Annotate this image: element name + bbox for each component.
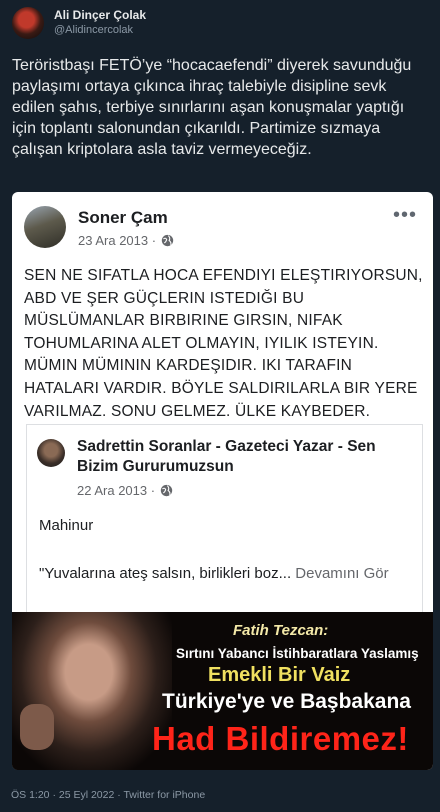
shared-author-avatar [37, 439, 65, 467]
shared-author-name: Sadrettin Soranlar - Gazeteci Yazar - Se… [77, 438, 376, 475]
tweet-text: Teröristbaşı FETÖ’ye “hocacaefendi” diye… [12, 57, 412, 158]
shared-date: 22 Ara 2013 · [77, 483, 156, 498]
post-date-row: 23 Ara 2013 · [78, 233, 174, 248]
shared-meta: Sadrettin Soranlar - Gazeteci Yazar - Se… [77, 437, 407, 498]
banner-line-5: Had Bildiremez! [152, 720, 409, 757]
author-name[interactable]: Ali Dinçer Çolak [54, 8, 146, 23]
banner-line-1: Fatih Tezcan: [233, 622, 329, 639]
shared-post: Sadrettin Soranlar - Gazeteci Yazar - Se… [26, 424, 423, 625]
shared-text: Mahinur [39, 517, 94, 534]
portrait-image [12, 612, 172, 770]
embedded-screenshot[interactable]: Soner Çam 23 Ara 2013 · ••• SEN NE SIFAT… [12, 192, 433, 770]
globe-icon [160, 484, 173, 497]
globe-icon [161, 234, 174, 247]
shared-post-header: Sadrettin Soranlar - Gazeteci Yazar - Se… [37, 437, 407, 498]
tweet-footer: ÖS 1:20 · 25 Eyl 2022 · Twitter for iPho… [11, 789, 206, 801]
post-header: Soner Çam 23 Ara 2013 · [24, 206, 174, 248]
banner-line-3: Emekli Bir Vaiz [208, 664, 351, 686]
author-handle[interactable]: @Alidincercolak [54, 23, 146, 38]
author-avatar[interactable] [12, 7, 44, 39]
shared-quote-text: "Yuvalarına ateş salsın, birlikleri boz.… [39, 565, 292, 582]
tweet-header: Ali Dinçer Çolak @Alidincercolak [12, 7, 146, 39]
more-dots-icon: ••• [392, 204, 417, 226]
post-author-avatar [24, 206, 66, 248]
post-meta: Soner Çam 23 Ara 2013 · [78, 206, 174, 248]
banner-line-2: Sırtını Yabancı İstihbaratlara Yaslamış [176, 646, 419, 661]
shared-date-row: 22 Ara 2013 · [77, 483, 407, 498]
banner-line-4: Türkiye'ye ve Başbakana [162, 690, 411, 713]
see-more-link: Devamını Gör [295, 565, 389, 582]
author-names: Ali Dinçer Çolak @Alidincercolak [54, 8, 146, 38]
raised-fist [20, 704, 54, 750]
post-author-name: Soner Çam [78, 208, 168, 227]
post-date: 23 Ara 2013 · [78, 233, 157, 248]
post-text: SEN NE SIFATLA HOCA EFENDIYI ELEŞTIRIYOR… [24, 267, 423, 420]
shared-quote: "Yuvalarına ateş salsın, birlikleri boz.… [39, 563, 409, 585]
news-banner-image: Fatih Tezcan: Sırtını Yabancı İstihbarat… [12, 612, 433, 770]
